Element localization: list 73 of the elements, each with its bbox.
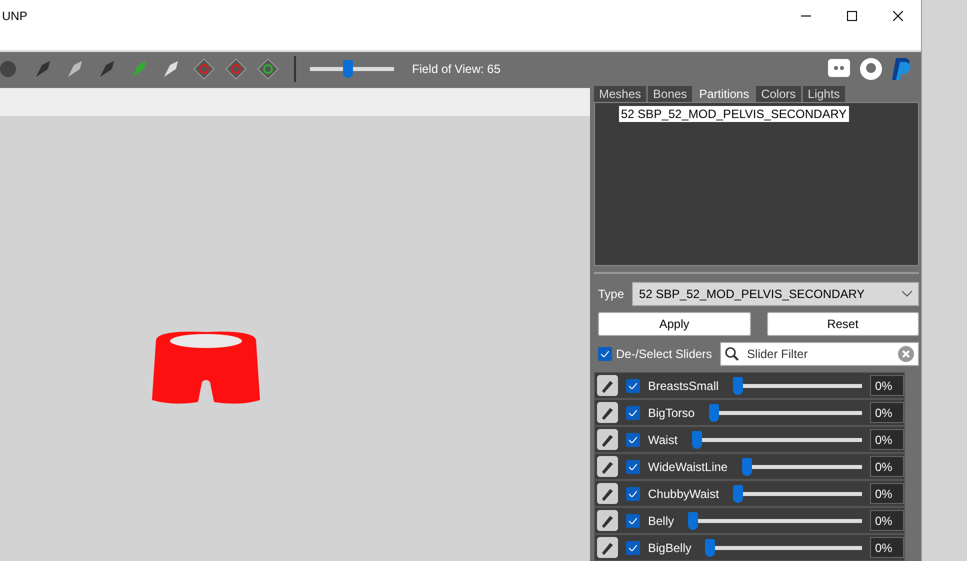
pencil-icon — [602, 460, 614, 474]
slider-name: BigTorso — [648, 406, 695, 420]
edit-button[interactable] — [597, 429, 618, 450]
tool-icon[interactable] — [256, 57, 280, 81]
slider-value: 0% — [870, 402, 904, 423]
pencil-icon — [602, 486, 614, 500]
p-logo-icon[interactable] — [891, 57, 913, 81]
slider-name: ChubbyWaist — [648, 486, 719, 500]
edit-button[interactable] — [597, 510, 618, 531]
tab[interactable]: Bones — [648, 86, 692, 102]
pencil-icon — [602, 378, 614, 392]
slider-thumb[interactable] — [708, 404, 719, 422]
action-button[interactable]: Apply — [598, 312, 750, 336]
check-icon — [629, 544, 637, 550]
slider-value: 0% — [870, 537, 904, 558]
check-icon — [629, 410, 637, 416]
type-dropdown[interactable]: 52 SBP_52_MOD_PELVIS_SECONDARY — [632, 282, 919, 306]
tab[interactable]: Meshes — [594, 86, 646, 102]
slider-name: BreastsSmall — [648, 378, 719, 392]
clear-icon[interactable] — [898, 346, 914, 362]
tool-icon[interactable] — [192, 57, 216, 81]
slider-checkbox[interactable] — [626, 540, 640, 554]
check-icon — [629, 464, 637, 470]
pencil-icon — [602, 514, 614, 528]
slider-value: 0% — [870, 510, 904, 531]
action-button[interactable]: Reset — [766, 312, 919, 336]
check-icon — [629, 490, 637, 496]
check-icon — [629, 436, 637, 442]
slider-name: Belly — [648, 514, 674, 528]
slider-value: 0% — [870, 429, 904, 450]
search-icon — [725, 347, 740, 361]
maximize-icon — [847, 11, 857, 21]
edit-button[interactable] — [597, 537, 618, 558]
slider-value: 0% — [870, 483, 904, 504]
check-icon — [629, 518, 637, 524]
slider-name: Waist — [648, 432, 678, 446]
window-title: UNP — [2, 9, 28, 23]
slider-checkbox[interactable] — [626, 378, 640, 392]
fov-label: Field of View: 65 — [412, 62, 500, 76]
slider-checkbox[interactable] — [626, 432, 640, 446]
slider-checkbox[interactable] — [626, 514, 640, 528]
pencil-icon — [602, 432, 614, 446]
slider-thumb[interactable] — [732, 484, 743, 502]
type-label: Type — [598, 287, 624, 301]
tool-icon[interactable] — [224, 57, 248, 81]
check-icon — [601, 351, 609, 357]
slider-checkbox[interactable] — [626, 486, 640, 500]
slider-value: 0% — [870, 375, 904, 396]
tab[interactable]: Colors — [756, 86, 801, 102]
slider-thumb[interactable] — [732, 376, 743, 394]
check-icon — [629, 382, 637, 388]
edit-button[interactable] — [597, 402, 618, 423]
slider-thumb[interactable] — [692, 430, 702, 448]
slider-thumb[interactable] — [705, 538, 716, 556]
slider-name: WideWaistLine — [648, 460, 728, 474]
edit-button[interactable] — [597, 483, 618, 504]
slider-filter-field[interactable]: Slider Filter — [720, 342, 919, 366]
tab[interactable]: Lights — [802, 86, 845, 102]
close-icon — [893, 11, 903, 21]
chevron-icon — [902, 291, 912, 297]
slider-checkbox[interactable] — [626, 406, 640, 420]
slider-name: BigBelly — [648, 540, 692, 554]
edit-button[interactable] — [597, 456, 618, 477]
slider-checkbox[interactable] — [626, 460, 640, 474]
select-sliders-checkbox[interactable]: De-/Select Sliders — [598, 347, 712, 361]
slider-thumb[interactable] — [688, 512, 698, 530]
pencil-icon — [602, 406, 614, 420]
edit-button[interactable] — [597, 375, 618, 396]
slider-thumb[interactable] — [742, 458, 752, 476]
slider-thumb[interactable] — [343, 60, 354, 78]
partition-item[interactable]: 52 SBP_52_MOD_PELVIS_SECONDARY — [619, 106, 849, 122]
slider-value: 0% — [870, 456, 904, 477]
pencil-icon — [602, 540, 614, 554]
